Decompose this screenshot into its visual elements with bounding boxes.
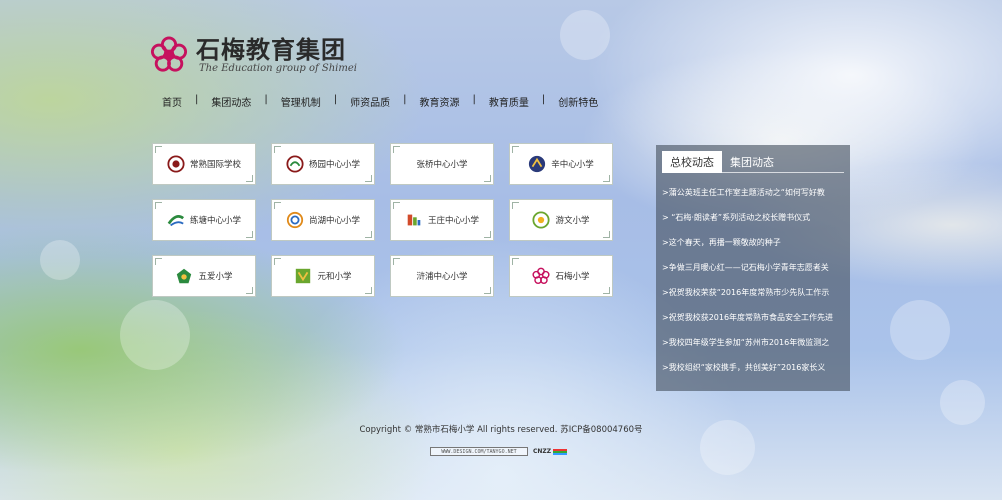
bokeh-light: [890, 300, 950, 360]
bokeh-light: [120, 300, 190, 370]
school-crest-icon: [167, 155, 185, 173]
school-label: 王庄中心小学: [427, 216, 479, 226]
school-card[interactable]: 尚湖中心小学: [271, 199, 375, 241]
tab-group-news[interactable]: 集团动态: [722, 151, 782, 173]
school-card[interactable]: 常熟国际学校: [152, 143, 256, 185]
school-card[interactable]: 石梅小学: [509, 255, 613, 297]
school-label: 张桥中心小学: [416, 160, 468, 170]
tab-school-news[interactable]: 总校动态: [662, 151, 722, 173]
bokeh-light: [940, 380, 985, 425]
nav-separator: |: [264, 94, 268, 105]
school-card[interactable]: 练塘中心小学: [152, 199, 256, 241]
school-card[interactable]: 张桥中心小学: [390, 143, 494, 185]
nav-separator: |: [333, 94, 338, 105]
school-label: 浒浦中心小学: [416, 272, 468, 282]
nav-separator: |: [472, 94, 476, 105]
news-item[interactable]: >祝贺我校荣获“2016年度常熟市少先队工作示: [662, 287, 844, 299]
school-crest-icon: [532, 211, 551, 229]
news-tabs: 总校动态 集团动态: [662, 151, 782, 173]
site-subtitle: The Education group of Shimei: [199, 62, 357, 74]
stats-bars-icon: [553, 448, 568, 455]
footer-badges: WWW.DESIGN.COM/TANYGO.NET CNZZ: [430, 447, 568, 456]
school-label: 五爱小学: [198, 272, 233, 282]
school-label: 常熟国际学校: [189, 160, 241, 170]
school-label: 石梅小学: [555, 272, 590, 282]
nav-item-management[interactable]: 管理机制: [281, 94, 321, 109]
school-card[interactable]: 游文小学: [509, 199, 613, 241]
bokeh-light: [40, 240, 80, 280]
school-label: 游文小学: [555, 216, 590, 226]
school-crest-icon: [532, 267, 551, 285]
design-credit-badge[interactable]: WWW.DESIGN.COM/TANYGO.NET: [430, 447, 528, 456]
site-logo[interactable]: 石梅教育集团 The Education group of Shimei: [150, 36, 357, 74]
nav-separator: |: [541, 94, 546, 105]
news-item[interactable]: > “石梅·朗读者”系列活动之校长赠书仪式: [662, 212, 844, 224]
school-card[interactable]: 浒浦中心小学: [390, 255, 494, 297]
news-item[interactable]: >蒲公英班主任工作室主题活动之“如何写好教: [662, 187, 844, 199]
nav-separator: |: [403, 94, 407, 105]
school-crest-icon: [296, 268, 311, 284]
school-label: 练塘中心小学: [189, 216, 241, 226]
school-card[interactable]: 辛中心小学: [509, 143, 613, 185]
news-panel: 总校动态 集团动态 >蒲公英班主任工作室主题活动之“如何写好教 > “石梅·朗读…: [656, 145, 850, 391]
plum-blossom-logo-icon: [150, 36, 188, 72]
nav-item-resources[interactable]: 教育资源: [420, 94, 460, 109]
main-nav: 首页 | 集团动态 | 管理机制 | 师资品质 | 教育资源 | 教育质量 | …: [162, 94, 598, 109]
site-title: 石梅教育集团: [196, 35, 346, 64]
school-label: 元和小学: [317, 272, 352, 282]
school-crest-icon: [529, 155, 546, 173]
cnzz-stats-badge[interactable]: CNZZ: [533, 448, 551, 455]
school-crest-icon: [407, 214, 421, 226]
tab-divider: [662, 172, 844, 173]
school-label: 辛中心小学: [551, 160, 594, 170]
news-item[interactable]: >祝贺我校获2016年度常熟市食品安全工作先进: [662, 312, 844, 324]
nav-separator: |: [195, 94, 199, 105]
school-card[interactable]: 杨园中心小学: [271, 143, 375, 185]
news-item[interactable]: >这个春天，再播一颗敬故的种子: [662, 237, 844, 249]
school-crest-icon: [286, 155, 304, 173]
school-label: 尚湖中心小学: [308, 216, 360, 226]
bokeh-light: [560, 10, 610, 60]
school-card[interactable]: 元和小学: [271, 255, 375, 297]
school-crest-icon: [286, 211, 304, 229]
school-card[interactable]: 王庄中心小学: [390, 199, 494, 241]
nav-item-group-news[interactable]: 集团动态: [211, 94, 251, 109]
school-crest-icon: [167, 215, 184, 227]
news-item[interactable]: >争做三月暖心红——记石梅小学青年志愿者关: [662, 262, 844, 274]
school-label: 杨园中心小学: [308, 160, 360, 170]
nav-item-quality[interactable]: 教育质量: [489, 94, 529, 109]
nav-item-faculty[interactable]: 师资品质: [350, 94, 390, 109]
school-crest-icon: [177, 268, 192, 284]
nav-item-home[interactable]: 首页: [162, 94, 182, 109]
news-item[interactable]: >我校组织“家校携手，共创美好”2016家长义: [662, 362, 844, 374]
footer-copyright: Copyright © 常熟市石梅小学 All rights reserved.…: [359, 425, 643, 435]
nav-item-innovation[interactable]: 创新特色: [558, 94, 598, 109]
school-card[interactable]: 五爱小学: [152, 255, 256, 297]
news-list: >蒲公英班主任工作室主题活动之“如何写好教 > “石梅·朗读者”系列活动之校长赠…: [662, 187, 844, 387]
news-item[interactable]: >我校四年级学生参加“苏州市2016年微监测之: [662, 337, 844, 349]
